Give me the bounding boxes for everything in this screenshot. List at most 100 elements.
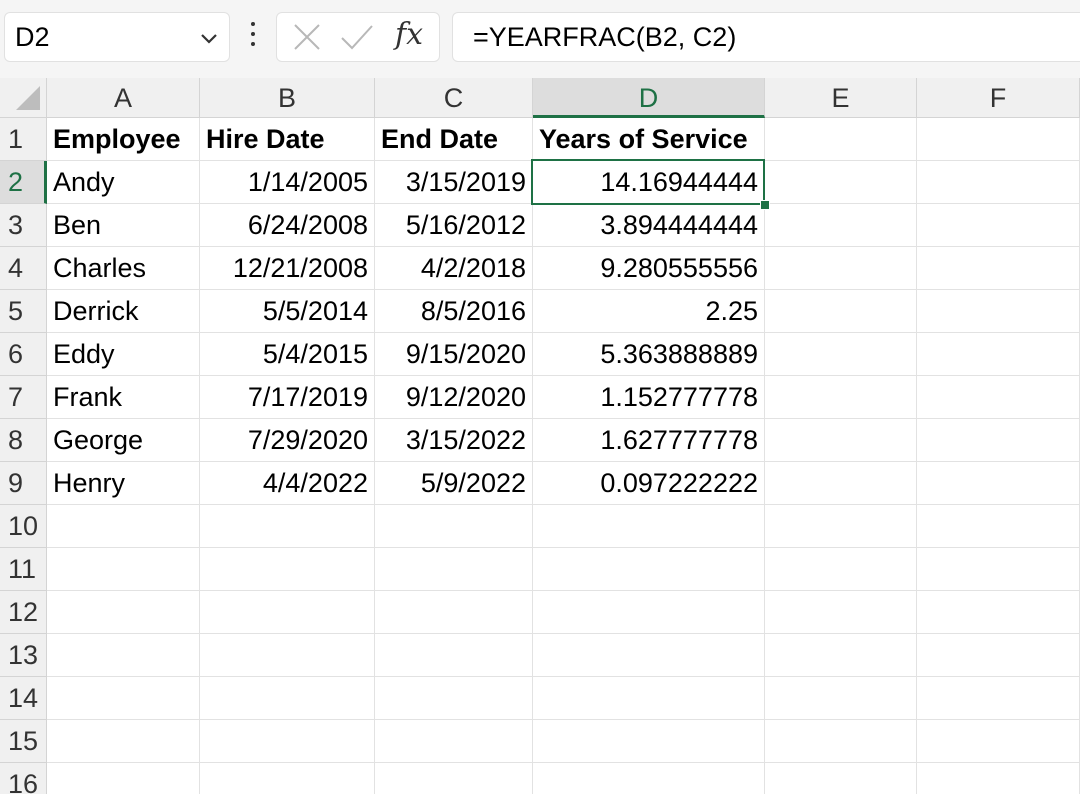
cell-c7[interactable]: 9/12/2020 xyxy=(375,376,533,419)
column-header-e[interactable]: E xyxy=(765,78,917,118)
cell-e11[interactable] xyxy=(765,548,917,591)
cell-e7[interactable] xyxy=(765,376,917,419)
cell-c14[interactable] xyxy=(375,677,533,720)
cell-a13[interactable] xyxy=(47,634,200,677)
cell-b5[interactable]: 5/5/2014 xyxy=(200,290,375,333)
fill-handle[interactable] xyxy=(760,200,770,210)
cell-b9[interactable]: 4/4/2022 xyxy=(200,462,375,505)
cell-c9[interactable]: 5/9/2022 xyxy=(375,462,533,505)
row-header-2[interactable]: 2 xyxy=(0,161,47,204)
cell-f6[interactable] xyxy=(917,333,1080,376)
select-all-corner[interactable] xyxy=(0,78,47,118)
cell-a16[interactable] xyxy=(47,763,200,794)
cell-c11[interactable] xyxy=(375,548,533,591)
cell-f16[interactable] xyxy=(917,763,1080,794)
cell-a14[interactable] xyxy=(47,677,200,720)
cell-c3[interactable]: 5/16/2012 xyxy=(375,204,533,247)
cell-a15[interactable] xyxy=(47,720,200,763)
cell-e1[interactable] xyxy=(765,118,917,161)
cell-b3[interactable]: 6/24/2008 xyxy=(200,204,375,247)
cell-e9[interactable] xyxy=(765,462,917,505)
cell-b8[interactable]: 7/29/2020 xyxy=(200,419,375,462)
cell-f3[interactable] xyxy=(917,204,1080,247)
cell-e4[interactable] xyxy=(765,247,917,290)
row-header-12[interactable]: 12 xyxy=(0,591,47,634)
cell-d6[interactable]: 5.363888889 xyxy=(533,333,765,376)
cell-e13[interactable] xyxy=(765,634,917,677)
cell-d7[interactable]: 1.152777778 xyxy=(533,376,765,419)
row-header-3[interactable]: 3 xyxy=(0,204,47,247)
column-header-a[interactable]: A xyxy=(47,78,200,118)
cell-d1[interactable]: Years of Service xyxy=(533,118,765,161)
cell-d13[interactable] xyxy=(533,634,765,677)
cell-a2[interactable]: Andy xyxy=(47,161,200,204)
cell-e6[interactable] xyxy=(765,333,917,376)
cell-a6[interactable]: Eddy xyxy=(47,333,200,376)
cell-d11[interactable] xyxy=(533,548,765,591)
cell-d9[interactable]: 0.097222222 xyxy=(533,462,765,505)
column-header-d[interactable]: D xyxy=(533,78,765,118)
row-header-7[interactable]: 7 xyxy=(0,376,47,419)
insert-function-icon[interactable]: fx xyxy=(395,17,423,52)
cell-a7[interactable]: Frank xyxy=(47,376,200,419)
cell-d4[interactable]: 9.280555556 xyxy=(533,247,765,290)
row-header-9[interactable]: 9 xyxy=(0,462,47,505)
row-header-13[interactable]: 13 xyxy=(0,634,47,677)
cell-b6[interactable]: 5/4/2015 xyxy=(200,333,375,376)
row-header-16[interactable]: 16 xyxy=(0,763,47,794)
chevron-down-icon[interactable] xyxy=(197,26,221,50)
cell-b10[interactable] xyxy=(200,505,375,548)
cell-a4[interactable]: Charles xyxy=(47,247,200,290)
column-header-b[interactable]: B xyxy=(200,78,375,118)
cell-c4[interactable]: 4/2/2018 xyxy=(375,247,533,290)
cell-a8[interactable]: George xyxy=(47,419,200,462)
cell-f15[interactable] xyxy=(917,720,1080,763)
cell-e15[interactable] xyxy=(765,720,917,763)
cell-c6[interactable]: 9/15/2020 xyxy=(375,333,533,376)
cell-b16[interactable] xyxy=(200,763,375,794)
cell-a10[interactable] xyxy=(47,505,200,548)
cell-f4[interactable] xyxy=(917,247,1080,290)
cell-d10[interactable] xyxy=(533,505,765,548)
cell-f8[interactable] xyxy=(917,419,1080,462)
cell-f9[interactable] xyxy=(917,462,1080,505)
cell-b14[interactable] xyxy=(200,677,375,720)
cancel-icon[interactable] xyxy=(291,21,323,53)
cell-b11[interactable] xyxy=(200,548,375,591)
cell-f14[interactable] xyxy=(917,677,1080,720)
cell-b15[interactable] xyxy=(200,720,375,763)
cell-a9[interactable]: Henry xyxy=(47,462,200,505)
cell-a11[interactable] xyxy=(47,548,200,591)
cell-c16[interactable] xyxy=(375,763,533,794)
row-header-6[interactable]: 6 xyxy=(0,333,47,376)
cell-a5[interactable]: Derrick xyxy=(47,290,200,333)
cell-c13[interactable] xyxy=(375,634,533,677)
cell-f11[interactable] xyxy=(917,548,1080,591)
cell-a1[interactable]: Employee xyxy=(47,118,200,161)
cell-d12[interactable] xyxy=(533,591,765,634)
cell-e2[interactable] xyxy=(765,161,917,204)
row-header-5[interactable]: 5 xyxy=(0,290,47,333)
name-box[interactable]: D2 xyxy=(4,12,230,62)
cell-f7[interactable] xyxy=(917,376,1080,419)
cell-f12[interactable] xyxy=(917,591,1080,634)
cell-d5[interactable]: 2.25 xyxy=(533,290,765,333)
cell-e12[interactable] xyxy=(765,591,917,634)
cell-b4[interactable]: 12/21/2008 xyxy=(200,247,375,290)
cell-f2[interactable] xyxy=(917,161,1080,204)
cell-c1[interactable]: End Date xyxy=(375,118,533,161)
cell-a12[interactable] xyxy=(47,591,200,634)
cell-e3[interactable] xyxy=(765,204,917,247)
row-header-10[interactable]: 10 xyxy=(0,505,47,548)
row-header-15[interactable]: 15 xyxy=(0,720,47,763)
row-header-1[interactable]: 1 xyxy=(0,118,47,161)
cell-b2[interactable]: 1/14/2005 xyxy=(200,161,375,204)
cell-e8[interactable] xyxy=(765,419,917,462)
cell-a3[interactable]: Ben xyxy=(47,204,200,247)
row-header-8[interactable]: 8 xyxy=(0,419,47,462)
cell-c2[interactable]: 3/15/2019 xyxy=(375,161,533,204)
cell-d15[interactable] xyxy=(533,720,765,763)
formula-input[interactable]: =YEARFRAC(B2, C2) xyxy=(452,12,1080,62)
row-header-11[interactable]: 11 xyxy=(0,548,47,591)
cell-b12[interactable] xyxy=(200,591,375,634)
